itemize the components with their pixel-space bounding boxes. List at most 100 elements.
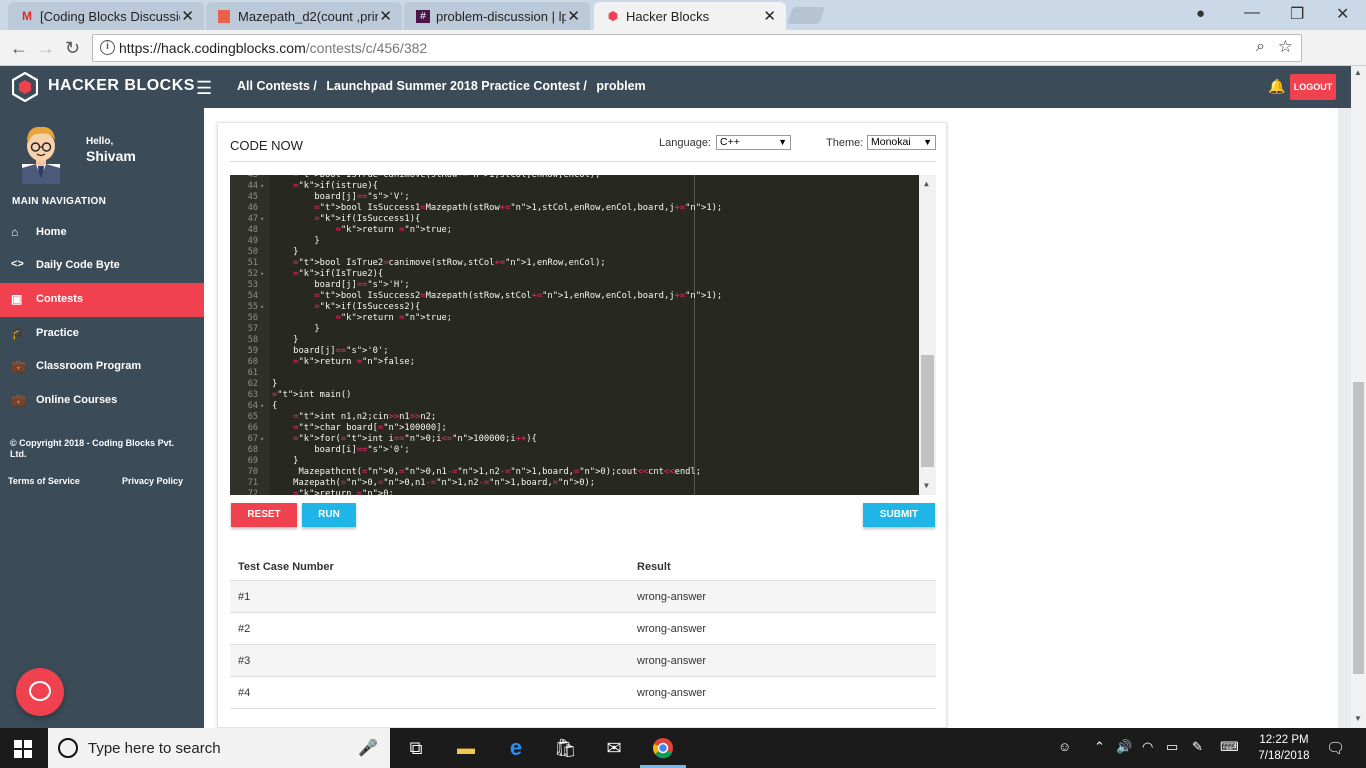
code-line[interactable]: ="k">return ="n">false; (272, 357, 415, 367)
pen-icon[interactable]: ✎ (1192, 739, 1203, 755)
code-line[interactable]: ="k">if(IsSuccess1){ (272, 214, 420, 224)
code-line[interactable]: Mazepath(="n">0,="n">0,n1-="n">1,n2-="n"… (272, 478, 595, 488)
new-tab-button[interactable] (786, 7, 826, 24)
code-line[interactable]: ="t">bool IsTrue=canimove(stRow+="n">1,s… (272, 175, 600, 180)
brand-name[interactable]: HACKER BLOCKS (48, 77, 195, 95)
scroll-down-icon[interactable]: ▼ (1354, 714, 1362, 723)
chevron-up-icon[interactable]: ⌃ (1094, 739, 1105, 755)
logout-button[interactable]: LOGOUT (1290, 74, 1336, 100)
code-line[interactable]: ="k">if(istrue){ (272, 181, 378, 191)
code-line[interactable]: } (272, 236, 319, 246)
battery-icon[interactable]: ▭ (1166, 739, 1178, 755)
editor-scrollbar[interactable]: ▲ ▼ (919, 175, 936, 495)
sidebar-item-home[interactable]: ⌂ Home (0, 216, 204, 250)
store-icon[interactable]: 🛍 (554, 737, 577, 759)
code-line[interactable]: } (272, 247, 298, 257)
url-bar[interactable]: i https://hack.codingblocks.com/contests… (92, 34, 1302, 62)
code-line[interactable]: board[j]=="s">'H'; (272, 280, 409, 290)
fold-arrow-icon[interactable]: ▾ (260, 303, 264, 311)
search-input[interactable]: Type here to search (88, 740, 221, 757)
code-line[interactable]: ="k">if(IsSuccess2){ (272, 302, 420, 312)
code-line[interactable]: } (272, 456, 298, 466)
reload-icon[interactable]: ↻ (65, 38, 80, 59)
taskbar-search[interactable]: Type here to search 🎤 (48, 728, 390, 768)
code-line[interactable]: ="k">return ="n">true; (272, 313, 453, 323)
code-line[interactable]: } (272, 324, 319, 334)
breadcrumb-all-contests[interactable]: All Contests / (237, 79, 317, 93)
back-icon[interactable]: ← (10, 38, 28, 59)
scroll-up-icon[interactable]: ▲ (924, 179, 929, 188)
edge-icon[interactable]: e (505, 737, 527, 759)
close-icon[interactable]: ✕ (379, 7, 392, 25)
code-line[interactable]: ="t">bool IsTrue2=canimove(stRow,stCol+=… (272, 258, 606, 268)
code-line[interactable]: Mazepathcnt(="n">0,="n">0,n1-="n">1,n2-=… (272, 467, 701, 477)
minimize-button[interactable]: — (1244, 4, 1260, 22)
info-icon[interactable]: i (100, 40, 115, 55)
fold-arrow-icon[interactable]: ▾ (260, 402, 264, 410)
volume-icon[interactable]: 🔊 (1116, 739, 1132, 755)
language-select[interactable]: C++ ▼ (716, 135, 791, 150)
sidebar-item-online-courses[interactable]: 💼 Online Courses (0, 384, 204, 418)
breadcrumb-problem[interactable]: problem (596, 79, 645, 93)
microphone-icon[interactable]: 🎤 (358, 738, 378, 758)
profile-icon[interactable]: ● (1196, 5, 1205, 22)
code-line[interactable]: ="k">for(="t">int i=="n">0;i<="n">100000… (272, 434, 537, 444)
sidebar-item-practice[interactable]: 🎓 Practice (0, 317, 204, 351)
fold-arrow-icon[interactable]: ▾ (260, 182, 264, 190)
forward-icon[interactable]: → (37, 38, 55, 59)
submit-button[interactable]: SUBMIT (863, 503, 935, 527)
url-text[interactable]: https://hack.codingblocks.com/contests/c… (119, 40, 427, 56)
fold-arrow-icon[interactable]: ▾ (260, 215, 264, 223)
run-button[interactable]: RUN (302, 503, 356, 527)
terms-link[interactable]: Terms of Service (8, 476, 80, 486)
browser-tab-slack[interactable]: # problem-discussion | lp18 ✕ (404, 2, 590, 30)
close-icon[interactable]: ✕ (567, 7, 580, 25)
chrome-icon[interactable] (652, 737, 674, 759)
page-scrollbar[interactable]: ▲ ▼ (1351, 66, 1366, 728)
maximize-button[interactable]: ❐ (1290, 4, 1304, 24)
code-line[interactable]: board[j]=="s">'0'; (272, 346, 388, 356)
privacy-link[interactable]: Privacy Policy (122, 476, 183, 486)
scroll-thumb[interactable] (921, 355, 934, 467)
theme-select[interactable]: Monokai ▼ (867, 135, 936, 150)
sidebar-item-classroom-program[interactable]: 💼 Classroom Program (0, 350, 204, 384)
breadcrumb-contest[interactable]: Launchpad Summer 2018 Practice Contest / (326, 79, 587, 93)
system-clock[interactable]: 12:22 PM 7/18/2018 (1248, 732, 1320, 764)
code-line[interactable]: ="t">int n1,n2;cin>>n1>>n2; (272, 412, 436, 422)
chat-button[interactable] (16, 668, 64, 716)
keyboard-icon[interactable]: ⌨ (1220, 739, 1239, 755)
close-icon[interactable]: ✕ (181, 7, 194, 25)
code-line[interactable]: board[i]=="s">'0'; (272, 445, 409, 455)
windows-start-icon[interactable] (14, 740, 32, 758)
mail-icon[interactable]: ✉ (603, 737, 625, 759)
hamburger-menu-icon[interactable]: ☰ (196, 78, 212, 99)
task-view-icon[interactable]: ⧉ (405, 737, 427, 759)
notifications-icon[interactable]: 🗨 (1326, 739, 1345, 757)
browser-tab-hackerblocks[interactable]: ⬢ Hacker Blocks ✕ (594, 2, 786, 30)
window-close-button[interactable]: ✕ (1336, 4, 1349, 24)
close-icon[interactable]: ✕ (763, 7, 776, 25)
fold-arrow-icon[interactable]: ▾ (260, 435, 264, 443)
scroll-down-icon[interactable]: ▼ (924, 481, 929, 490)
code-line[interactable]: ="t">char board[="n">100000]; (272, 423, 447, 433)
code-line[interactable]: { (272, 401, 277, 411)
browser-tab-doc[interactable]: Mazepath_d2(count ,prin ✕ (206, 2, 402, 30)
sidebar-item-contests[interactable]: ▣ Contests (0, 283, 204, 317)
code-editor[interactable]: 43 ="t">bool IsTrue=canimove(stRow+="n">… (230, 175, 936, 495)
code-line[interactable]: } (272, 335, 298, 345)
code-line[interactable]: ="k">return ="n">0; (272, 489, 394, 495)
people-icon[interactable]: ☺ (1058, 739, 1071, 754)
code-line[interactable]: } (272, 379, 277, 389)
sidebar-item-daily-code-byte[interactable]: <> Daily Code Byte (0, 249, 204, 283)
search-icon[interactable]: ⌕ (1256, 38, 1265, 56)
code-line[interactable]: ="t">int main() (272, 390, 351, 400)
bell-icon[interactable]: 🔔 (1268, 78, 1285, 95)
code-line[interactable]: board[j]=="s">'V'; (272, 192, 409, 202)
code-line[interactable]: ="k">return ="n">true; (272, 225, 453, 235)
scroll-up-icon[interactable]: ▲ (1354, 68, 1362, 77)
fold-arrow-icon[interactable]: ▾ (260, 270, 264, 278)
wifi-icon[interactable]: ◠ (1142, 739, 1153, 755)
star-icon[interactable]: ☆ (1278, 37, 1293, 57)
browser-tab-gmail[interactable]: M [Coding Blocks Discussio ✕ (8, 2, 204, 30)
code-line[interactable]: ="k">if(IsTrue2){ (272, 269, 383, 279)
